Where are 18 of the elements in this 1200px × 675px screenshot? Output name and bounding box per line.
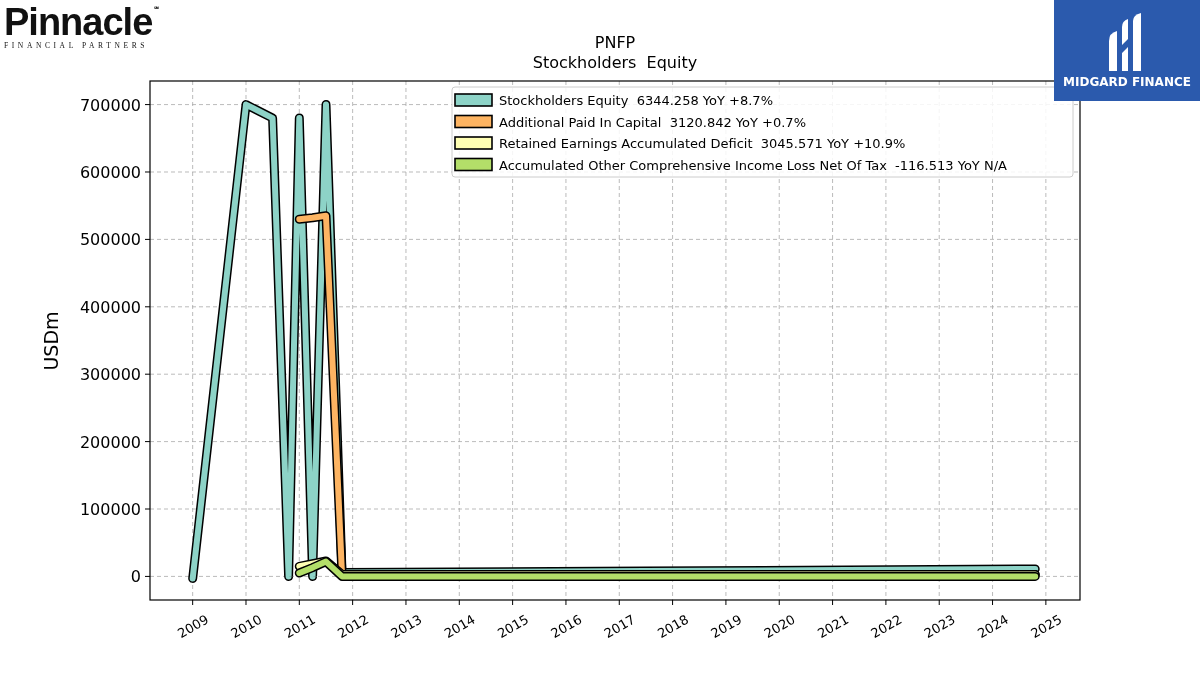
y-tick-label: 0 [130,567,141,587]
y-tick-label: 100000 [79,500,141,519]
chart-title: Stockholders Equity [532,53,698,72]
y-tick-label: 700000 [79,95,141,115]
y-tick-label: 200000 [79,432,141,452]
watermark-name: MIDGARD FINANCE [1063,74,1191,89]
brand-name: Pinnacle [4,4,153,40]
y-tick-label: 500000 [79,230,141,250]
legend-label: Stockholders Equity 6344.258 YoY +8.7% [499,93,773,108]
legend-label: Accumulated Other Comprehensive Income Loss Net Of Tax -116.513 YoY N/A [499,157,1007,173]
x-tick-label: 2021 [814,611,852,642]
chart-title: PNFP [594,33,636,52]
legend-label: Retained Earnings Accumulated Deficit 3045.571 YoY +10.9% [499,136,906,151]
y-tick-label: 400000 [79,297,141,317]
y-tick-label: 300000 [79,365,141,385]
legend-label: Additional Paid In Capital 3120.842 YoY +0.7% [499,114,806,130]
y-axis-label: USDm [40,311,62,371]
y-tick-label: 600000 [79,163,141,182]
